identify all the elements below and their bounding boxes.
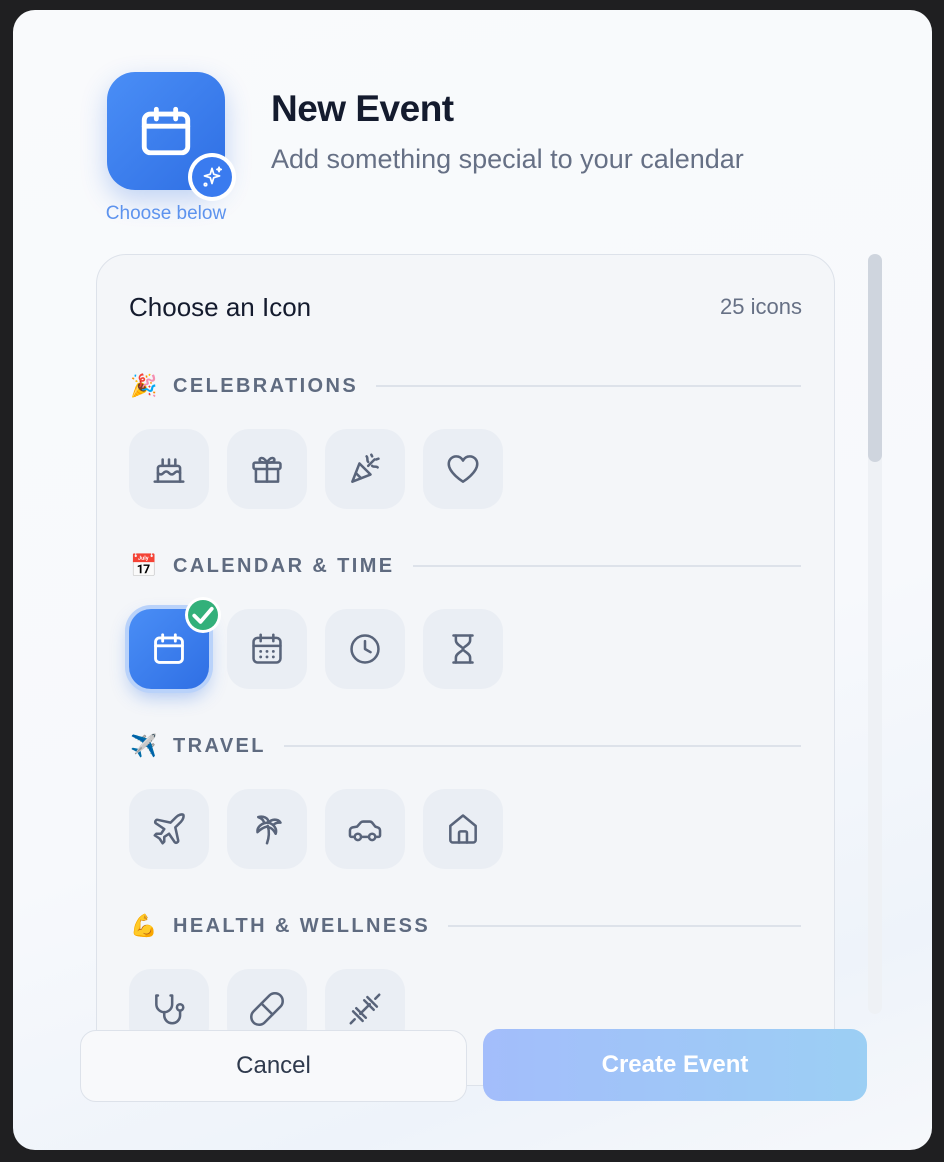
section-label: CELEBRATIONS xyxy=(173,374,359,397)
icon-option-home[interactable] xyxy=(423,789,503,869)
clock-icon xyxy=(350,634,380,664)
airplane-emoji-icon: ✈️ xyxy=(130,733,158,758)
scrollbar-thumb[interactable] xyxy=(868,254,882,462)
section-label: HEALTH & WELLNESS xyxy=(173,914,431,937)
heart-icon xyxy=(447,455,479,483)
stethoscope-icon xyxy=(155,994,185,1025)
plane-icon xyxy=(153,813,185,845)
cake-icon xyxy=(153,458,185,483)
calendar-icon xyxy=(141,106,191,156)
cancel-button[interactable]: Cancel xyxy=(80,1030,467,1102)
section-divider xyxy=(412,565,801,567)
party-emoji-icon: 🎉 xyxy=(130,373,158,398)
pill-icon xyxy=(250,992,284,1026)
gift-icon xyxy=(252,456,282,483)
icon-option-party-popper[interactable] xyxy=(325,429,405,509)
selected-check-badge xyxy=(185,597,221,633)
icon-option-calendar[interactable] xyxy=(129,597,221,689)
icon-option-clock[interactable] xyxy=(325,609,405,689)
create-event-button[interactable]: Create Event xyxy=(483,1029,867,1101)
palm-tree-icon xyxy=(256,815,282,845)
new-event-modal: Choose below New Event Add something spe… xyxy=(13,10,932,1150)
section-divider xyxy=(283,745,801,747)
section-divider xyxy=(448,925,801,927)
icon-hint: Choose below xyxy=(105,203,227,224)
section-travel: ✈️ TRAVEL xyxy=(129,731,801,869)
home-icon xyxy=(449,814,477,844)
section-label: TRAVEL xyxy=(173,734,266,757)
section-divider xyxy=(376,385,801,387)
icon-option-plane[interactable] xyxy=(129,789,209,869)
icon-option-hourglass[interactable] xyxy=(423,609,503,689)
icon-option-cake[interactable] xyxy=(129,429,209,509)
party-popper-icon xyxy=(351,453,380,483)
page-title: New Event xyxy=(271,88,454,129)
icon-picker-title: Choose an Icon xyxy=(129,292,312,322)
car-icon xyxy=(348,820,382,842)
sparkle-badge xyxy=(188,153,236,201)
icon-picker-panel: Choose an Icon 25 icons 🎉 CELEBRATIONS 📅… xyxy=(96,254,835,1086)
calendar-days-icon xyxy=(252,633,282,664)
flexed-biceps-emoji-icon: 💪 xyxy=(130,913,158,938)
calendar-emoji-icon: 📅 xyxy=(130,553,158,578)
icon-option-gift[interactable] xyxy=(227,429,307,509)
hourglass-icon xyxy=(452,634,474,664)
page-subtitle: Add something special to your calendar xyxy=(271,144,744,174)
check-icon xyxy=(192,606,214,624)
icon-option-palm-tree[interactable] xyxy=(227,789,307,869)
section-celebrations: 🎉 CELEBRATIONS xyxy=(129,371,801,509)
calendar-icon xyxy=(154,633,184,664)
icon-option-car[interactable] xyxy=(325,789,405,869)
dumbbell-icon xyxy=(349,993,381,1025)
icon-option-calendar-days[interactable] xyxy=(227,609,307,689)
icon-count: 25 icons xyxy=(720,294,802,319)
sparkle-icon xyxy=(203,166,223,187)
section-calendar-time: 📅 CALENDAR & TIME xyxy=(129,551,801,689)
section-label: CALENDAR & TIME xyxy=(173,554,395,577)
icon-option-heart[interactable] xyxy=(423,429,503,509)
